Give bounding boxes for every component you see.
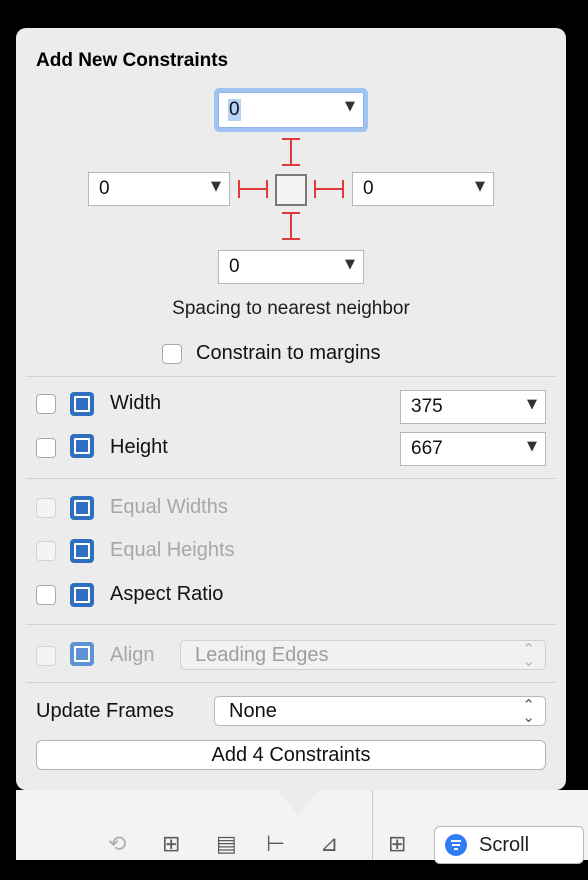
update-frames-label: Update Frames: [36, 700, 174, 722]
width-checkbox[interactable]: [36, 394, 56, 414]
chevron-down-icon[interactable]: ▼: [345, 257, 355, 272]
constrain-margins-label: Constrain to margins: [196, 342, 381, 364]
width-value-field[interactable]: ▼: [400, 390, 546, 424]
align-icon: [70, 642, 94, 666]
top-spacing-input[interactable]: [219, 93, 363, 127]
equal-widths-checkbox[interactable]: [36, 498, 56, 518]
height-label: Height: [110, 436, 168, 458]
align-selected: Leading Edges: [195, 644, 329, 666]
scroll-label: Scroll: [479, 834, 530, 856]
add-constraints-button[interactable]: Add 4 Constraints: [36, 740, 546, 770]
view-square: [275, 174, 307, 206]
section-divider: [26, 478, 556, 479]
refresh-icon[interactable]: ⟲: [108, 832, 126, 857]
equal-heights-icon: [70, 539, 94, 563]
height-value-input[interactable]: [401, 433, 545, 465]
right-spacing-field[interactable]: ▼: [352, 172, 494, 206]
align-popup[interactable]: Leading Edges ⌃ ⌄: [180, 640, 546, 670]
pin-icon[interactable]: ⊢: [266, 832, 285, 857]
height-constraint-icon: [70, 434, 94, 458]
align-checkbox[interactable]: [36, 646, 56, 666]
right-spacing-input[interactable]: [353, 173, 493, 205]
section-divider: [26, 682, 556, 683]
width-value-input[interactable]: [401, 391, 545, 423]
height-value-field[interactable]: ▼: [400, 432, 546, 466]
top-spacing-field[interactable]: ▼: [218, 92, 364, 128]
updown-chevron-icon: ⌃ ⌄: [522, 696, 535, 726]
left-spacing-field[interactable]: ▼: [88, 172, 230, 206]
section-divider: [26, 376, 556, 377]
left-spacing-input[interactable]: [89, 173, 229, 205]
toolbar-divider: [372, 790, 373, 860]
chevron-down-icon[interactable]: ▼: [345, 99, 355, 114]
aspect-ratio-checkbox[interactable]: [36, 585, 56, 605]
popover-title: Add New Constraints: [36, 50, 229, 71]
bottom-spacing-field[interactable]: ▼: [218, 250, 364, 284]
constrain-margins-checkbox[interactable]: [162, 344, 182, 364]
spacing-caption: Spacing to nearest neighbor: [172, 298, 410, 319]
width-label: Width: [110, 392, 162, 414]
equal-widths-icon: [70, 496, 94, 520]
width-constraint-icon: [70, 392, 94, 416]
add-constraints-popover: Add New Constraints ▼ ▼ ▼ ▼: [16, 28, 566, 790]
popover-arrow: [276, 788, 320, 816]
align-icon[interactable]: ▤: [216, 832, 237, 857]
updown-chevron-icon: ⌃ ⌄: [522, 640, 535, 670]
aspect-ratio-label: Aspect Ratio: [110, 583, 224, 605]
equal-heights-label: Equal Heights: [110, 539, 235, 561]
resolve-icon[interactable]: ⊿: [320, 832, 338, 857]
embed-icon[interactable]: ⊞: [388, 832, 406, 857]
stack-icon[interactable]: ⊞: [162, 832, 180, 857]
equal-heights-checkbox[interactable]: [36, 541, 56, 561]
update-frames-popup[interactable]: None ⌃ ⌄: [214, 696, 546, 726]
scroll-filter-button[interactable]: Scroll: [434, 826, 584, 864]
update-frames-selected: None: [229, 700, 277, 722]
filter-icon: [445, 834, 467, 856]
height-checkbox[interactable]: [36, 438, 56, 458]
equal-widths-label: Equal Widths: [110, 496, 228, 518]
section-divider: [26, 624, 556, 625]
chevron-down-icon[interactable]: ▼: [475, 179, 485, 194]
align-label: Align: [110, 644, 155, 666]
chevron-down-icon[interactable]: ▼: [527, 439, 537, 454]
aspect-ratio-icon: [70, 583, 94, 607]
chevron-down-icon[interactable]: ▼: [527, 397, 537, 412]
chevron-down-icon[interactable]: ▼: [211, 179, 221, 194]
bottom-spacing-input[interactable]: [219, 251, 363, 283]
